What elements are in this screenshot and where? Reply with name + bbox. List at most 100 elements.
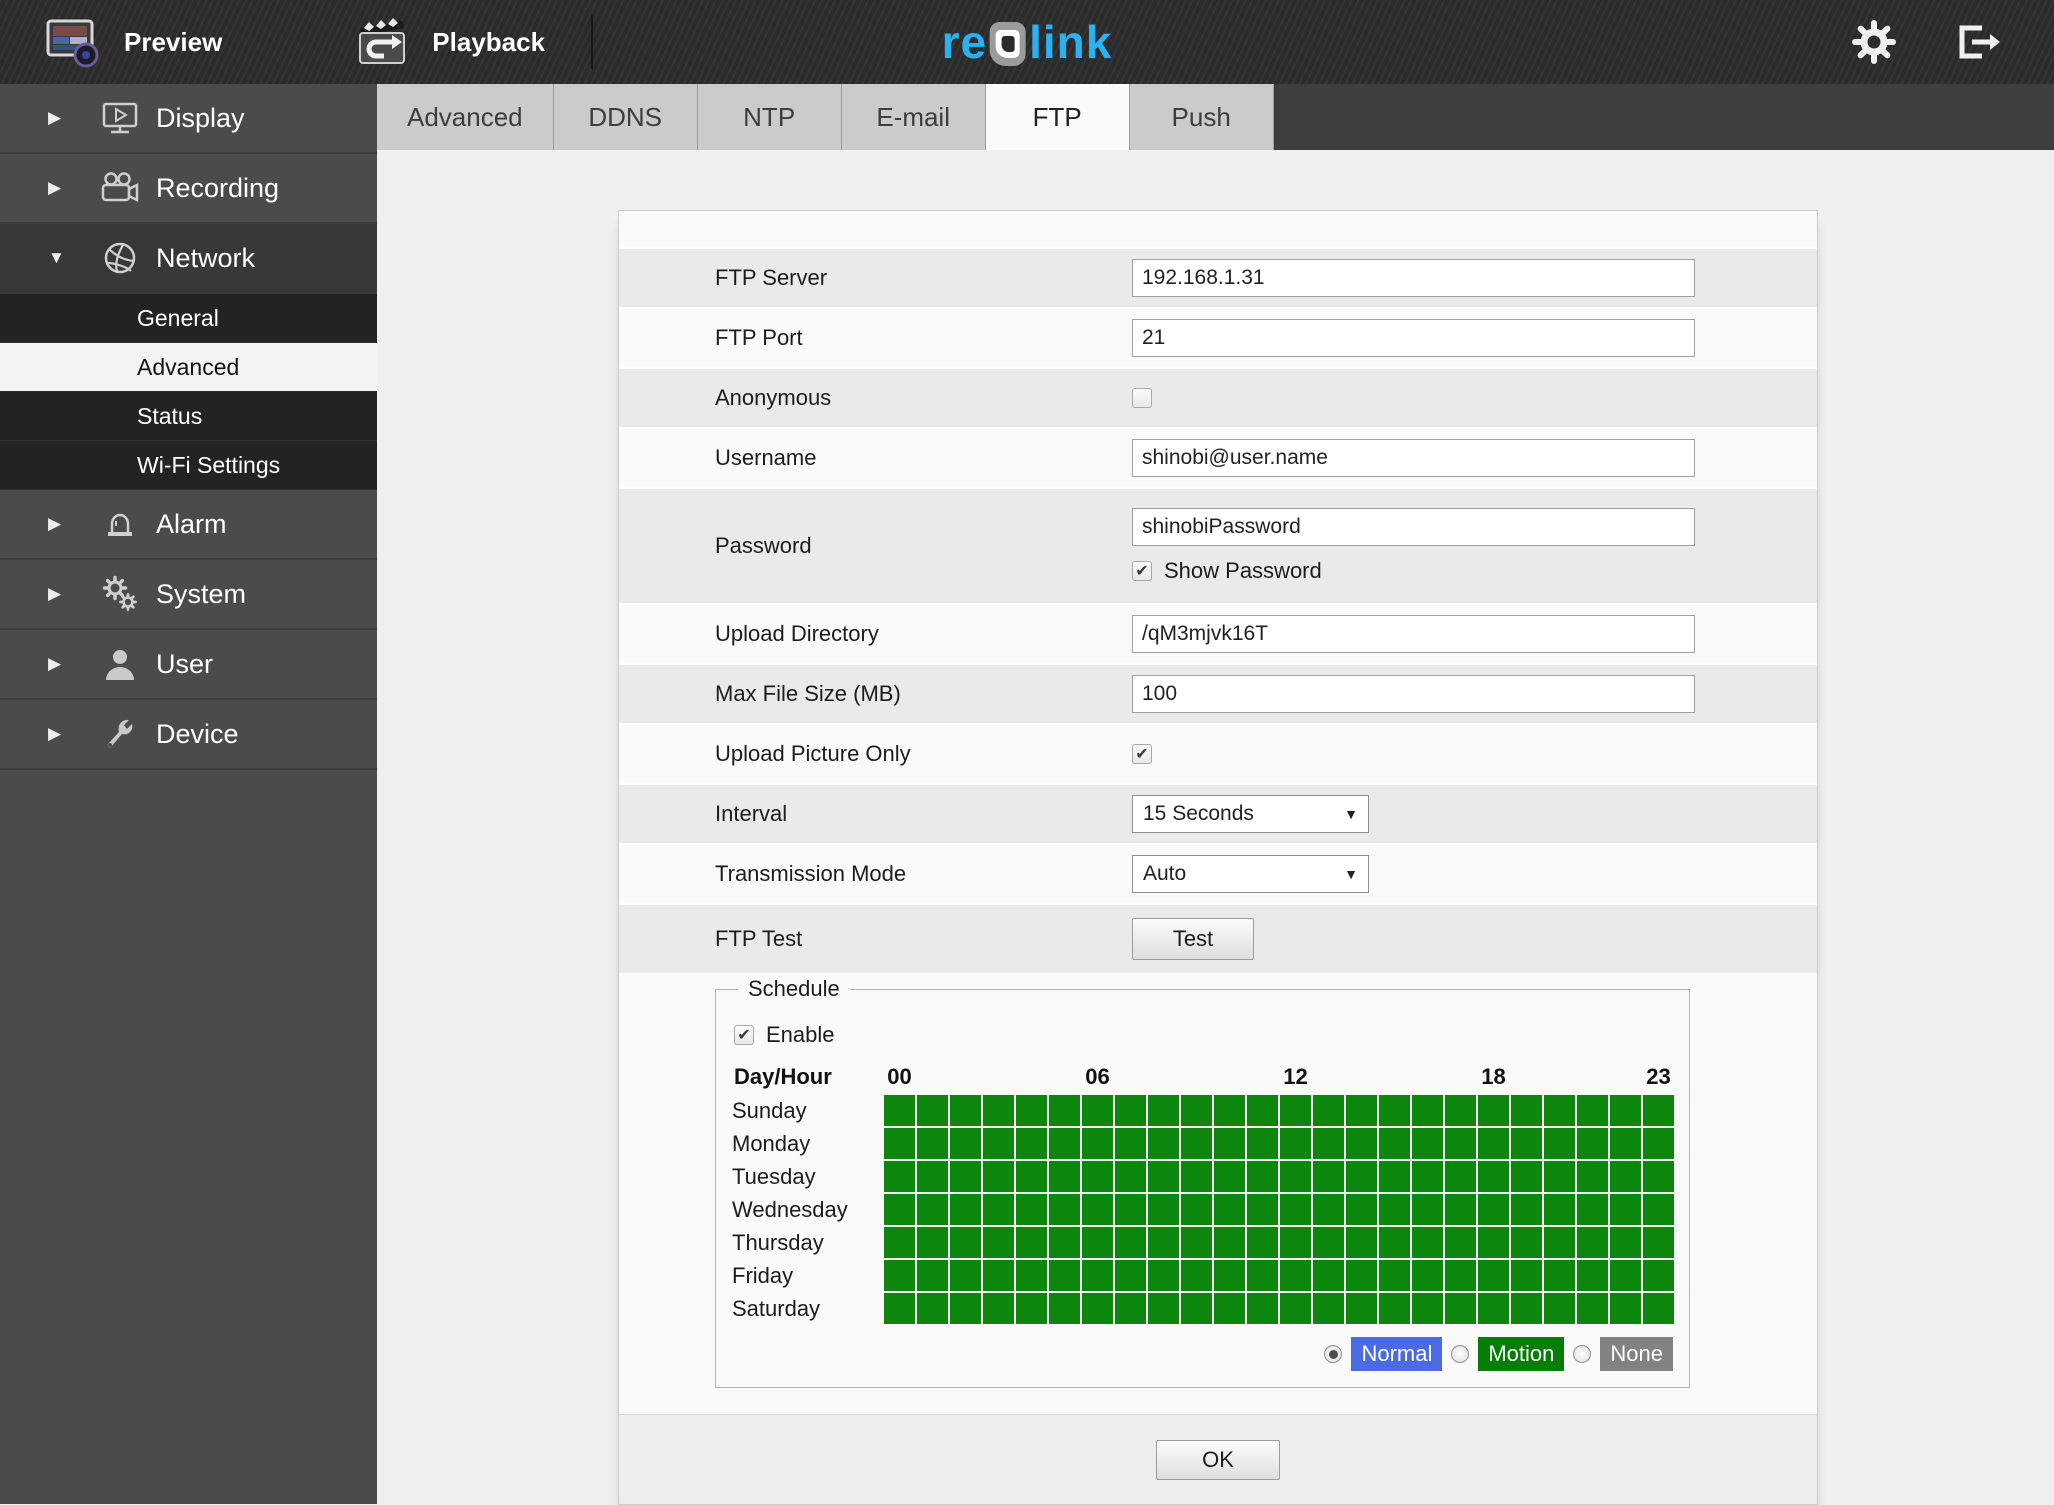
tab-ddns[interactable]: DDNS	[554, 84, 698, 150]
schedule-cell[interactable]	[1148, 1227, 1179, 1258]
schedule-cell[interactable]	[1511, 1194, 1542, 1225]
schedule-cell[interactable]	[1313, 1227, 1344, 1258]
schedule-cell[interactable]	[983, 1194, 1014, 1225]
schedule-cell[interactable]	[950, 1095, 981, 1126]
schedule-cell[interactable]	[1511, 1293, 1542, 1324]
schedule-cell[interactable]	[1115, 1161, 1146, 1192]
schedule-cell[interactable]	[1049, 1260, 1080, 1291]
schedule-cell[interactable]	[884, 1293, 915, 1324]
mode-radio-normal[interactable]	[1324, 1345, 1342, 1363]
schedule-cell[interactable]	[1478, 1293, 1509, 1324]
schedule-cell[interactable]	[1478, 1095, 1509, 1126]
schedule-cell[interactable]	[1181, 1260, 1212, 1291]
schedule-cell[interactable]	[1544, 1194, 1575, 1225]
tab-e-mail[interactable]: E-mail	[842, 84, 986, 150]
schedule-cell[interactable]	[1445, 1095, 1476, 1126]
schedule-cell[interactable]	[1214, 1161, 1245, 1192]
schedule-cell[interactable]	[1313, 1095, 1344, 1126]
tab-push[interactable]: Push	[1130, 84, 1274, 150]
schedule-cell[interactable]	[1280, 1260, 1311, 1291]
sidebar-item-system[interactable]: ▶System	[0, 560, 377, 630]
schedule-cell[interactable]	[1346, 1293, 1377, 1324]
schedule-cell[interactable]	[1346, 1161, 1377, 1192]
tab-ftp[interactable]: FTP	[986, 84, 1130, 150]
transmission-mode-select[interactable]: Auto ▼	[1132, 855, 1369, 893]
schedule-cell[interactable]	[1379, 1095, 1410, 1126]
schedule-cell[interactable]	[1049, 1227, 1080, 1258]
schedule-cell[interactable]	[1379, 1260, 1410, 1291]
schedule-cell[interactable]	[1280, 1095, 1311, 1126]
schedule-cell[interactable]	[1214, 1194, 1245, 1225]
tab-ntp[interactable]: NTP	[698, 84, 842, 150]
schedule-cell[interactable]	[983, 1128, 1014, 1159]
schedule-cell[interactable]	[1610, 1227, 1641, 1258]
schedule-cell[interactable]	[1148, 1293, 1179, 1324]
schedule-cell[interactable]	[1016, 1128, 1047, 1159]
schedule-cell[interactable]	[884, 1260, 915, 1291]
schedule-cell[interactable]	[1577, 1095, 1608, 1126]
schedule-cell[interactable]	[1016, 1260, 1047, 1291]
schedule-cell[interactable]	[1346, 1227, 1377, 1258]
schedule-cell[interactable]	[1445, 1227, 1476, 1258]
schedule-cell[interactable]	[1148, 1095, 1179, 1126]
schedule-cell[interactable]	[1511, 1095, 1542, 1126]
schedule-cell[interactable]	[1610, 1095, 1641, 1126]
schedule-cell[interactable]	[1544, 1260, 1575, 1291]
ftp-test-button[interactable]: Test	[1132, 918, 1254, 960]
schedule-cell[interactable]	[917, 1260, 948, 1291]
sidebar-subitem-general[interactable]: General	[0, 294, 377, 343]
schedule-cell[interactable]	[1577, 1128, 1608, 1159]
schedule-cell[interactable]	[917, 1227, 948, 1258]
schedule-cell[interactable]	[1478, 1161, 1509, 1192]
schedule-cell[interactable]	[1313, 1128, 1344, 1159]
schedule-cell[interactable]	[1082, 1128, 1113, 1159]
schedule-cell[interactable]	[1445, 1194, 1476, 1225]
schedule-cell[interactable]	[1214, 1293, 1245, 1324]
sidebar-item-recording[interactable]: ▶Recording	[0, 154, 377, 224]
schedule-cell[interactable]	[884, 1128, 915, 1159]
schedule-cell[interactable]	[1577, 1161, 1608, 1192]
ok-button[interactable]: OK	[1156, 1440, 1280, 1480]
schedule-cell[interactable]	[1148, 1128, 1179, 1159]
schedule-cell[interactable]	[1313, 1260, 1344, 1291]
schedule-cell[interactable]	[1049, 1128, 1080, 1159]
schedule-cell[interactable]	[1280, 1227, 1311, 1258]
schedule-cell[interactable]	[1313, 1161, 1344, 1192]
show-password-checkbox[interactable]: ✔	[1132, 561, 1152, 581]
schedule-cell[interactable]	[1049, 1194, 1080, 1225]
schedule-cell[interactable]	[1478, 1260, 1509, 1291]
schedule-cell[interactable]	[1082, 1260, 1113, 1291]
schedule-cell[interactable]	[1247, 1227, 1278, 1258]
sidebar-subitem-status[interactable]: Status	[0, 392, 377, 441]
schedule-cell[interactable]	[1181, 1293, 1212, 1324]
schedule-cell[interactable]	[1577, 1293, 1608, 1324]
schedule-cell[interactable]	[1544, 1227, 1575, 1258]
schedule-cell[interactable]	[1148, 1161, 1179, 1192]
mode-radio-none[interactable]	[1573, 1345, 1591, 1363]
mode-badge-motion[interactable]: Motion	[1478, 1337, 1564, 1371]
schedule-cell[interactable]	[884, 1194, 915, 1225]
sidebar-item-network[interactable]: ▼Network	[0, 224, 377, 294]
schedule-cell[interactable]	[917, 1293, 948, 1324]
max-file-size-input[interactable]	[1132, 675, 1695, 713]
schedule-cell[interactable]	[1412, 1194, 1443, 1225]
schedule-cell[interactable]	[1346, 1095, 1377, 1126]
schedule-cell[interactable]	[1445, 1293, 1476, 1324]
schedule-cell[interactable]	[1610, 1161, 1641, 1192]
anonymous-checkbox[interactable]	[1132, 388, 1152, 408]
ftp-port-input[interactable]	[1132, 319, 1695, 357]
schedule-cell[interactable]	[1115, 1194, 1146, 1225]
schedule-cell[interactable]	[1643, 1095, 1674, 1126]
schedule-cell[interactable]	[1544, 1161, 1575, 1192]
settings-gear-icon[interactable]	[1852, 20, 1896, 64]
schedule-cell[interactable]	[950, 1128, 981, 1159]
schedule-cell[interactable]	[1181, 1227, 1212, 1258]
schedule-cell[interactable]	[1280, 1293, 1311, 1324]
schedule-cell[interactable]	[1577, 1260, 1608, 1291]
schedule-cell[interactable]	[917, 1161, 948, 1192]
schedule-cell[interactable]	[1643, 1194, 1674, 1225]
username-input[interactable]	[1132, 439, 1695, 477]
schedule-cell[interactable]	[983, 1293, 1014, 1324]
schedule-cell[interactable]	[983, 1095, 1014, 1126]
schedule-cell[interactable]	[1280, 1128, 1311, 1159]
